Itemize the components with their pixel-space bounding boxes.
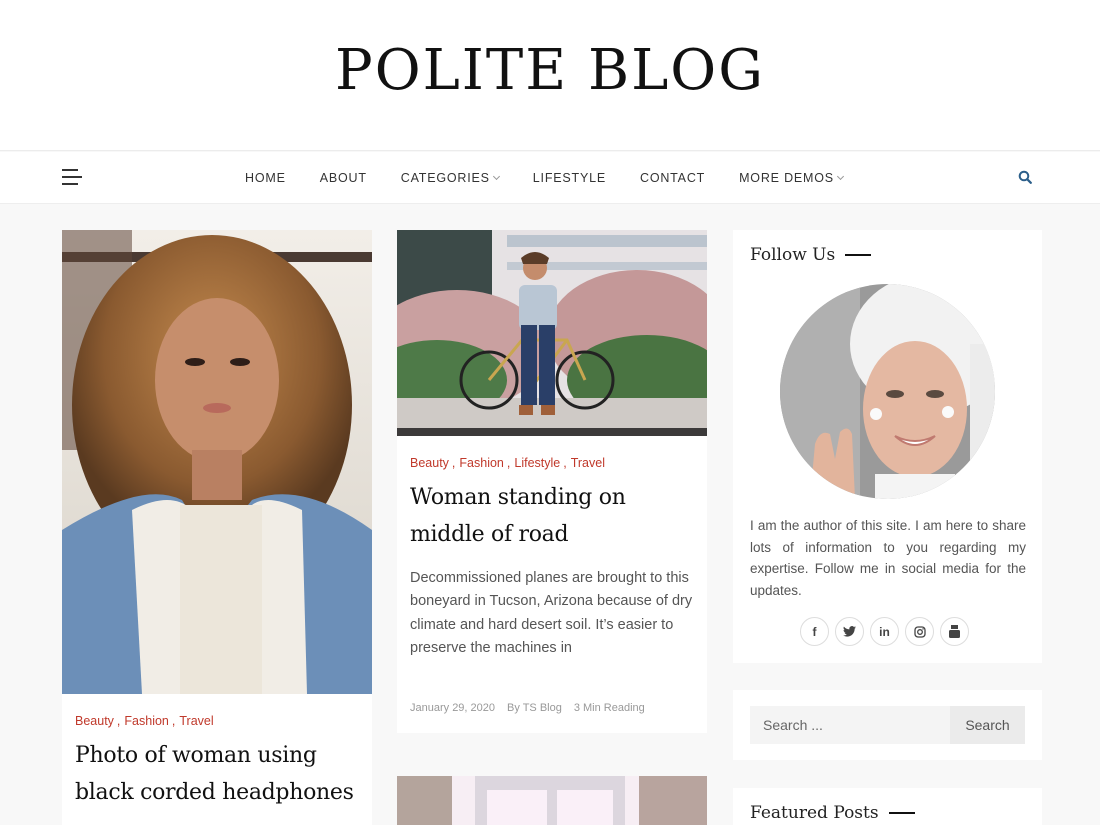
sidebar-search-button[interactable]: Search bbox=[950, 706, 1025, 744]
post-image[interactable] bbox=[397, 776, 707, 825]
category-link[interactable]: Travel bbox=[571, 456, 605, 470]
title-underline bbox=[888, 812, 915, 814]
man-with-bicycle-image bbox=[397, 230, 707, 436]
woman-curly-hair-image bbox=[62, 230, 372, 694]
post-categories: Beauty, Fashion, Travel bbox=[75, 714, 214, 728]
widget-title-text: Featured Posts bbox=[750, 803, 879, 823]
site-header: POLITE BLOG bbox=[0, 0, 1100, 151]
category-link[interactable]: Fashion bbox=[459, 456, 503, 470]
nav-item-more-demos[interactable]: MORE DEMOS bbox=[739, 171, 844, 185]
nav-item-label: CONTACT bbox=[640, 171, 706, 185]
post-date: January 29, 2020 bbox=[410, 702, 496, 714]
post-title[interactable]: Photo of woman using black corded headph… bbox=[75, 737, 365, 811]
chevron-down-icon bbox=[492, 172, 500, 180]
post-meta: January 29, 2020 By TS Blog 3 Min Reading bbox=[410, 702, 657, 714]
post-image[interactable] bbox=[62, 230, 372, 694]
sidebar-search-input[interactable] bbox=[750, 706, 950, 744]
twitter-icon[interactable] bbox=[835, 617, 864, 646]
nav-item-home[interactable]: HOME bbox=[245, 171, 286, 185]
post-card: Beauty, Fashion, Travel Photo of woman usi… bbox=[62, 230, 372, 825]
category-link[interactable]: Lifestyle bbox=[514, 456, 560, 470]
title-underline bbox=[845, 254, 872, 256]
twitter-bird-glyph bbox=[843, 626, 856, 637]
nav-item-label: CATEGORIES bbox=[400, 171, 490, 185]
nav-item-label: ABOUT bbox=[319, 171, 367, 185]
post-reading-time: 3 Min Reading bbox=[573, 702, 645, 714]
instagram-glyph bbox=[913, 625, 926, 638]
nav-item-lifestyle[interactable]: LIFESTYLE bbox=[533, 171, 606, 185]
post-excerpt: Decommissioned planes are brought to thi… bbox=[410, 570, 693, 656]
post-categories: Beauty, Fashion, Lifestyle, Travel bbox=[410, 456, 605, 470]
window-image bbox=[397, 776, 707, 825]
post-card bbox=[397, 776, 707, 825]
linkedin-glyph: in bbox=[879, 624, 890, 639]
linkedin-icon[interactable]: in bbox=[870, 617, 899, 646]
author-photo bbox=[780, 284, 995, 499]
follow-us-widget: Follow Us I am the author of this site. … bbox=[733, 230, 1042, 663]
facebook-icon[interactable]: f bbox=[800, 617, 829, 646]
nav-item-label: LIFESTYLE bbox=[532, 171, 606, 185]
nav-item-label: MORE DEMOS bbox=[739, 171, 834, 185]
author-avatar bbox=[780, 284, 995, 499]
nav-menu: HOME ABOUT CATEGORIES LIFESTYLE CONTACT … bbox=[245, 152, 877, 204]
widget-title-text: Follow Us bbox=[750, 245, 836, 265]
social-links: f in bbox=[800, 617, 975, 646]
facebook-glyph: f bbox=[812, 624, 817, 639]
main-navigation: HOME ABOUT CATEGORIES LIFESTYLE CONTACT … bbox=[0, 152, 1100, 204]
youtube-glyph bbox=[949, 625, 960, 638]
nav-item-contact[interactable]: CONTACT bbox=[640, 171, 705, 185]
hamburger-icon[interactable] bbox=[62, 169, 82, 187]
widget-title: Follow Us bbox=[750, 245, 872, 265]
instagram-icon[interactable] bbox=[905, 617, 934, 646]
widget-title: Featured Posts bbox=[750, 803, 915, 823]
category-link[interactable]: Travel bbox=[179, 714, 213, 728]
nav-item-categories[interactable]: CATEGORIES bbox=[400, 171, 500, 185]
category-link[interactable]: Beauty bbox=[410, 456, 449, 470]
post-title[interactable]: Woman standing on middle of road bbox=[410, 479, 700, 553]
post-author[interactable]: By TS Blog bbox=[507, 702, 562, 714]
site-title[interactable]: POLITE BLOG bbox=[0, 38, 1100, 103]
category-link[interactable]: Beauty bbox=[75, 714, 114, 728]
category-link[interactable]: Fashion bbox=[124, 714, 168, 728]
youtube-icon[interactable] bbox=[940, 617, 969, 646]
featured-posts-widget: Featured Posts bbox=[733, 788, 1042, 825]
post-card: Beauty, Fashion, Lifestyle, Travel Woman st… bbox=[397, 230, 707, 733]
search-icon[interactable] bbox=[1018, 170, 1032, 184]
chevron-down-icon bbox=[836, 172, 844, 180]
author-bio: I am the author of this site. I am here … bbox=[750, 518, 1026, 599]
post-image[interactable] bbox=[397, 230, 707, 436]
search-widget: Search bbox=[733, 690, 1042, 760]
nav-item-about[interactable]: ABOUT bbox=[320, 171, 367, 185]
nav-item-label: HOME bbox=[245, 171, 286, 185]
